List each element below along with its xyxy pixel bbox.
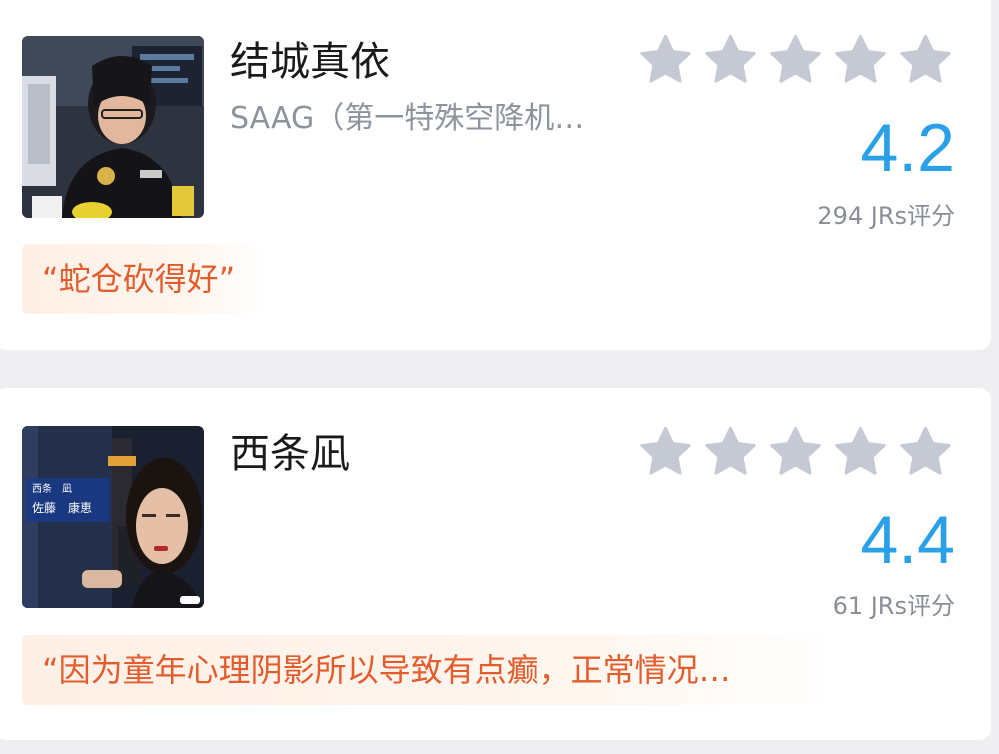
character-photo-icon: 西条 凪 佐藤 康恵 <box>22 426 204 608</box>
character-thumbnail[interactable]: 西条 凪 佐藤 康恵 <box>22 426 204 608</box>
character-thumbnail[interactable] <box>22 36 204 218</box>
top-comment[interactable]: “蛇仓砍得好” <box>22 244 264 314</box>
rating-list: 结城真依 SAAG（第一特殊空降机… 4.2 294 JRs评分 “蛇仓砍得好” <box>0 0 999 754</box>
star-rating[interactable] <box>636 32 955 88</box>
star-empty-icon[interactable] <box>766 32 825 88</box>
character-name: 西条凪 <box>230 431 350 477</box>
star-empty-icon[interactable] <box>636 424 695 480</box>
character-card[interactable]: 西条 凪 佐藤 康恵 西条凪 4.4 61 JRs评分 “因为童年心理阴影所以导… <box>0 388 991 740</box>
thumb-caption-actor: 佐藤 康恵 <box>32 500 92 515</box>
star-empty-icon[interactable] <box>701 32 760 88</box>
star-rating[interactable] <box>636 424 955 480</box>
rating-count: 294 JRs评分 <box>817 202 955 230</box>
star-empty-icon[interactable] <box>636 32 695 88</box>
character-name: 结城真依 <box>230 39 390 85</box>
character-photo-icon <box>22 36 204 218</box>
average-score: 4.4 <box>860 502 955 578</box>
star-empty-icon[interactable] <box>896 32 955 88</box>
rating-count: 61 JRs评分 <box>832 592 955 620</box>
character-card[interactable]: 结城真依 SAAG（第一特殊空降机… 4.2 294 JRs评分 “蛇仓砍得好” <box>0 0 991 350</box>
average-score: 4.2 <box>860 110 955 186</box>
star-empty-icon[interactable] <box>831 424 890 480</box>
star-empty-icon[interactable] <box>701 424 760 480</box>
character-subtitle: SAAG（第一特殊空降机… <box>230 101 585 136</box>
star-empty-icon[interactable] <box>896 424 955 480</box>
star-empty-icon[interactable] <box>831 32 890 88</box>
thumb-caption-role: 西条 凪 <box>32 482 72 495</box>
top-comment[interactable]: “因为童年心理阴影所以导致有点癫，正常情况… <box>22 635 834 705</box>
star-empty-icon[interactable] <box>766 424 825 480</box>
